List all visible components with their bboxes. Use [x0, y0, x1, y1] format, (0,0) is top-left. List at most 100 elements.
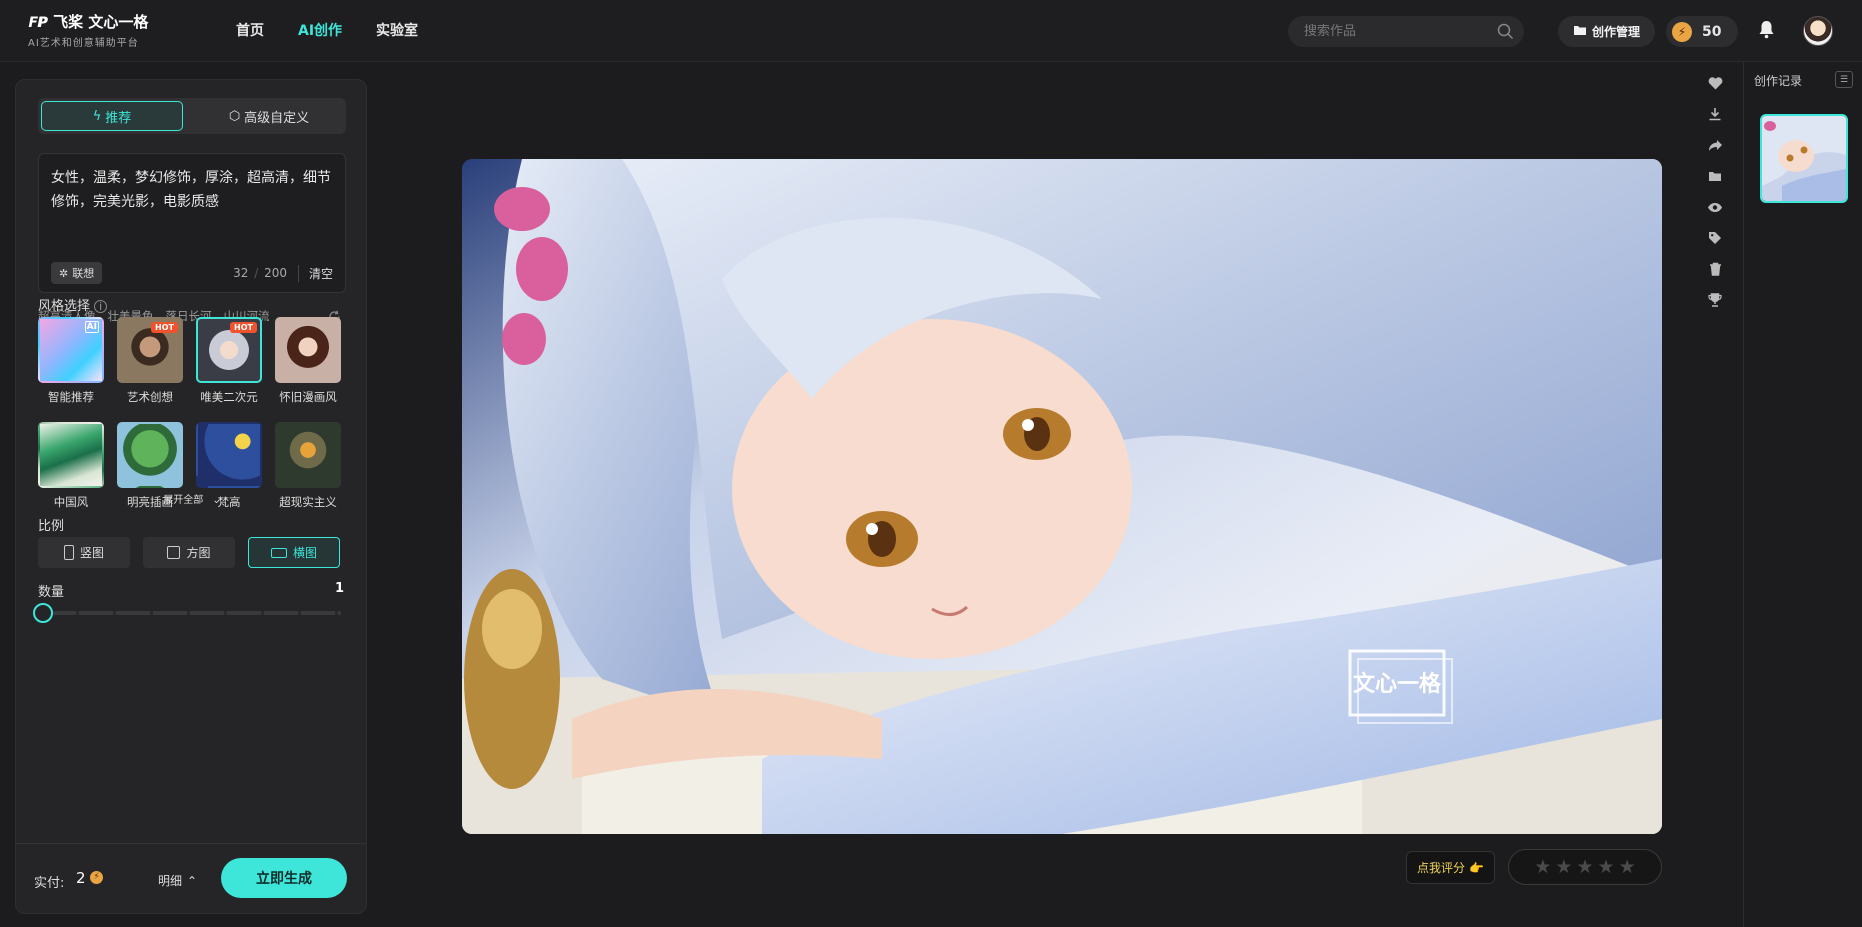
ratio-landscape-button[interactable]: 横图 — [248, 537, 340, 568]
style-section-title: 风格选择 i — [38, 295, 108, 314]
style-thumb: HOT — [196, 317, 262, 383]
style-thumb — [275, 317, 341, 383]
associate-button[interactable]: ✲ 联想 — [51, 262, 103, 284]
lightning-icon: ⚡ — [1672, 21, 1692, 42]
generate-button[interactable]: 立即生成 — [221, 858, 347, 898]
user-avatar[interactable] — [1803, 16, 1833, 46]
ratio-label: 横图 — [292, 546, 317, 560]
bell-icon[interactable] — [1758, 20, 1775, 43]
image-toolbar — [1700, 74, 1730, 309]
style-thumb — [38, 422, 104, 488]
history-title: 创作记录 — [1754, 74, 1803, 88]
logo-subtitle: AI艺术和创意辅助平台 — [28, 38, 139, 49]
logo-title: 飞桨 文心一格 — [53, 12, 149, 31]
style-retro-comic[interactable]: 怀旧漫画风 — [275, 317, 341, 405]
chevron-up-icon: ⌃ — [187, 873, 198, 888]
prompt-input[interactable]: 女性，温柔，梦幻修饰，厚涂，超高清，细节修饰，完美光影，电影质感 ✲ 联想 32… — [38, 153, 346, 293]
search-box — [1288, 16, 1524, 47]
quantity-slider-handle[interactable] — [33, 603, 53, 623]
style-art-idea[interactable]: HOT 艺术创想 — [117, 317, 183, 405]
history-thumb-image — [1762, 116, 1846, 201]
style-name: 艺术创想 — [127, 390, 173, 404]
style-thumb: AI — [38, 317, 104, 383]
list-icon[interactable]: ☰ — [1835, 71, 1853, 88]
search-icon[interactable] — [1497, 23, 1514, 44]
ai-badge: AI — [84, 321, 99, 333]
nav-lab[interactable]: 实验室 — [376, 20, 418, 40]
star-icon[interactable]: ★ — [1619, 856, 1636, 878]
paddle-logo-mark: ꜰᴘ — [28, 10, 48, 32]
pointing-hand-icon: 👉 — [1469, 860, 1484, 875]
creation-manage-label: 创作管理 — [1591, 25, 1640, 39]
ratio-section-title: 比例 — [38, 519, 65, 534]
portrait-icon — [63, 545, 74, 560]
hot-badge: HOT — [230, 322, 257, 333]
trash-icon[interactable] — [1706, 260, 1724, 278]
char-counter: 32 / 200 — [233, 266, 287, 280]
info-icon[interactable]: i — [94, 300, 108, 313]
credits-badge[interactable]: ⚡ 50 — [1666, 16, 1738, 47]
quantity-value: 1 — [334, 581, 344, 596]
watermark-text: 文心一格 — [1353, 671, 1442, 697]
generated-image[interactable]: 文心一格 — [462, 159, 1662, 834]
creation-panel: ϟ 推荐 ⬡ 高级自定义 女性，温柔，梦幻修饰，厚涂，超高清，细节修饰，完美光影… — [15, 79, 367, 914]
star-icon[interactable]: ★ — [1576, 856, 1593, 878]
creation-manage-button[interactable]: 创作管理 — [1558, 16, 1655, 47]
style-thumb — [275, 422, 341, 488]
top-header: ꜰᴘ 飞桨 文心一格 AI艺术和创意辅助平台 首页 AI创作 实验室 创作管理 … — [0, 0, 1862, 62]
eye-icon[interactable] — [1706, 198, 1724, 216]
ratio-portrait-button[interactable]: 竖图 — [38, 537, 130, 568]
folder-icon[interactable] — [1706, 167, 1724, 185]
tab-recommend-label: 推荐 — [105, 110, 132, 126]
quantity-slider-track[interactable] — [42, 611, 341, 615]
heart-icon[interactable] — [1706, 74, 1724, 92]
share-icon[interactable] — [1706, 136, 1724, 154]
mode-switch: ϟ 推荐 ⬡ 高级自定义 — [38, 98, 346, 134]
tab-advanced[interactable]: ⬡ 高级自定义 — [198, 101, 340, 131]
tab-advanced-label: 高级自定义 — [244, 110, 310, 126]
ratio-options: 竖图 方图 横图 — [38, 537, 340, 568]
detail-label: 明细 — [158, 874, 183, 888]
download-icon[interactable] — [1706, 105, 1724, 123]
char-count: 32 — [233, 266, 249, 280]
ratio-label: 方图 — [186, 546, 211, 560]
star-icon[interactable]: ★ — [1598, 856, 1615, 878]
rate-label: 点我评分 — [1417, 861, 1466, 875]
trophy-icon[interactable] — [1706, 291, 1724, 309]
style-grid: AI 智能推荐 HOT 艺术创想 HOT 唯美二次元 怀旧漫画风 中国风 明亮插… — [38, 317, 348, 510]
chevron-down-icon: ⌄ — [212, 495, 221, 506]
style-thumb — [117, 422, 183, 488]
expand-all-button[interactable]: 展开全部 ⌄ — [16, 491, 368, 506]
main-nav: 首页 AI创作 实验室 — [236, 20, 418, 40]
ratio-square-button[interactable]: 方图 — [143, 537, 235, 568]
char-max: 200 — [264, 266, 287, 280]
tab-recommend[interactable]: ϟ 推荐 — [41, 101, 183, 131]
folder-icon — [1573, 24, 1587, 39]
style-anime[interactable]: HOT 唯美二次元 — [196, 317, 262, 405]
star-icon[interactable]: ★ — [1534, 856, 1551, 878]
coin-icon: ⚡ — [90, 871, 103, 884]
nav-home[interactable]: 首页 — [236, 20, 264, 40]
style-name: 智能推荐 — [48, 390, 94, 404]
style-name: 怀旧漫画风 — [279, 390, 337, 404]
logo[interactable]: ꜰᴘ 飞桨 文心一格 AI艺术和创意辅助平台 — [28, 10, 178, 52]
star-rating: ★ ★ ★ ★ ★ — [1508, 849, 1662, 885]
cube-icon: ⬡ — [228, 108, 241, 124]
nav-ai-create[interactable]: AI创作 — [298, 20, 342, 40]
generate-footer: 实付: 2 ⚡ 明细 ⌃ 立即生成 — [16, 843, 366, 913]
clear-button[interactable]: 清空 — [297, 265, 333, 282]
prompt-text[interactable]: 女性，温柔，梦幻修饰，厚涂，超高清，细节修饰，完美光影，电影质感 — [51, 166, 335, 214]
expand-all-label: 展开全部 — [163, 495, 204, 506]
rate-button[interactable]: 点我评分 👉 — [1406, 851, 1495, 884]
star-icon[interactable]: ★ — [1555, 856, 1572, 878]
credits-value: 50 — [1702, 23, 1722, 40]
pay-label: 实付: — [34, 876, 65, 891]
history-thumbnail[interactable] — [1760, 114, 1848, 203]
bolt-icon: ϟ — [92, 108, 102, 124]
quantity-section-title: 数量 — [38, 585, 65, 600]
landscape-icon — [270, 547, 287, 558]
style-smart-recommend[interactable]: AI 智能推荐 — [38, 317, 104, 405]
detail-button[interactable]: 明细 ⌃ — [158, 872, 197, 889]
tag-icon[interactable] — [1706, 229, 1724, 247]
search-input[interactable] — [1304, 24, 1484, 39]
